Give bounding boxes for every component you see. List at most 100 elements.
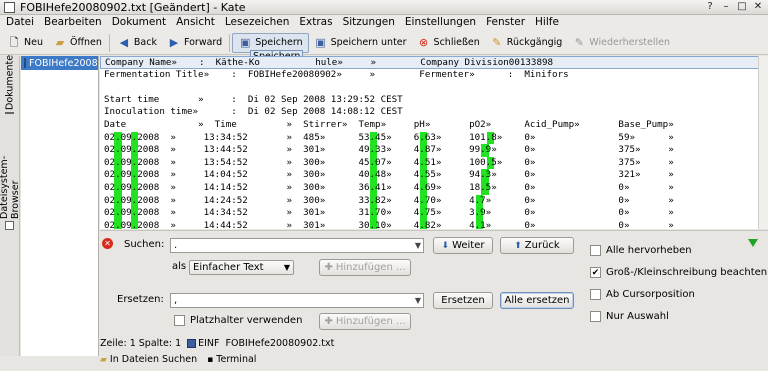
arrow-left-icon: ◀ [119, 35, 129, 49]
find-previous-button[interactable]: ⬆ Zurück [500, 237, 574, 254]
menu-dokument[interactable]: Dokument [106, 15, 170, 31]
menu-datei[interactable]: Datei [0, 15, 38, 31]
toolbar-separator [108, 33, 110, 52]
forward-button[interactable]: ▶ Forward [162, 33, 227, 53]
close-icon[interactable]: ✕ [752, 1, 764, 13]
chevron-down-icon[interactable]: ▼ [415, 239, 421, 252]
documents-icon [5, 112, 15, 114]
toolbar-separator [229, 33, 231, 52]
save-as-button[interactable]: ▣ Speichern unter [309, 33, 412, 53]
menu-lesezeichen[interactable]: Lesezeichen [219, 15, 294, 31]
from-cursor-checkbox[interactable]: Ab Cursorposition [590, 289, 695, 300]
terminal-icon: ▪ [207, 354, 214, 365]
highlight-all-checkbox[interactable]: Alle hervorheben [590, 245, 692, 256]
selection-only-checkbox[interactable]: Nur Auswahl [590, 311, 669, 322]
help-icon[interactable]: ? [704, 1, 716, 13]
checkbox-box[interactable] [174, 315, 185, 326]
editor-line: Fermentation Title» : FOBIHefe20080902» … [104, 68, 569, 80]
arrow-down-icon: ⬇ [441, 240, 450, 251]
editor-line: 02.09.2008 » 14:04:52 » 300» 40.48» 4.55… [104, 169, 674, 182]
search-replace-bar: ✕ Suchen: . ▼ ⬇ Weiter ⬆ Zurück als Einfach… [100, 230, 768, 335]
menu-bar: Datei Bearbeiten Dokument Ansicht Leseze… [0, 15, 768, 31]
case-sensitive-checkbox[interactable]: ✔ Groß-/Kleinschreibung beachten [590, 267, 767, 278]
kate-window: FOBIHefe20080902.txt [Geändert] - Kate ?… [0, 0, 768, 371]
search-mode-select[interactable]: Einfacher Text ▼ [189, 260, 294, 275]
tab-terminal[interactable]: ▪ Terminal [207, 354, 256, 365]
new-file-icon: 🗋 [9, 35, 19, 49]
save-as-icon: ▣ [315, 35, 326, 49]
document-list: FOBIHefe20080902.txt [21, 56, 99, 356]
add-placeholder-button[interactable]: ✚ Hinzufügen ... [319, 313, 411, 330]
cursor-position: Zeile: 1 Spalte: 1 [100, 337, 182, 349]
tab-filesystem-browser[interactable]: Dateisystem-Browser [0, 122, 21, 232]
tab-documents[interactable]: Dokumente [2, 55, 18, 116]
bottom-tool-tabs: ▰ In Dateien Suchen ▪ Terminal [100, 352, 768, 366]
checkbox-box[interactable] [590, 311, 601, 322]
add-pattern-button[interactable]: ✚ Hinzufügen ... [319, 259, 411, 276]
main-toolbar: 🗋 Neu ▰ Öffnen ◀ Back ▶ Forward ▣ Speichern ▣… [0, 31, 768, 55]
folder-icon: ▰ [55, 35, 65, 49]
vertical-scrollbar[interactable] [758, 56, 768, 229]
chevron-down-icon[interactable]: ▼ [415, 294, 421, 307]
replace-input[interactable]: , ▼ [170, 293, 424, 308]
replace-button[interactable]: Ersetzen [433, 292, 493, 309]
redo-button[interactable]: ✎ Wiederherstellen [567, 33, 675, 53]
checkbox-box[interactable]: ✔ [590, 267, 601, 278]
arrow-up-icon: ⬆ [514, 240, 522, 251]
editor-line: Inoculation time» : Di 02 Sep 2008 14:08… [104, 106, 403, 118]
find-input[interactable]: . ▼ [170, 238, 424, 253]
menu-hilfe[interactable]: Hilfe [529, 15, 563, 31]
close-doc-icon: ⊗ [418, 35, 429, 49]
placeholder-checkbox[interactable]: Platzhalter verwenden [174, 315, 302, 326]
checkbox-box[interactable] [590, 245, 601, 256]
tab-find-in-files[interactable]: ▰ In Dateien Suchen [100, 354, 197, 365]
editor-line: Date » Time » Stirrer» Temp» pH» pO2» Ac… [104, 118, 674, 130]
menu-ansicht[interactable]: Ansicht [170, 15, 219, 31]
menu-bearbeiten[interactable]: Bearbeiten [38, 15, 106, 31]
editor-line: 02.09.2008 » 13:34:52 » 485» 53.45» 6.63… [104, 131, 674, 145]
replace-all-button[interactable]: Alle ersetzen [500, 292, 574, 309]
minimize-icon[interactable]: – [720, 1, 732, 13]
open-button[interactable]: ▰ Öffnen [48, 33, 107, 53]
redo-icon: ✎ [574, 35, 584, 49]
undo-icon: ✎ [492, 35, 502, 49]
close-search-icon[interactable]: ✕ [102, 238, 113, 249]
find-next-button[interactable]: ⬇ Weiter [433, 237, 493, 254]
as-label: als [172, 261, 187, 272]
arrow-right-icon: ▶ [169, 35, 179, 49]
side-tab-strip: Dokumente Dateisystem-Browser [0, 55, 21, 356]
editor-line: Start time » : Di 02 Sep 2008 13:29:52 C… [104, 93, 403, 105]
green-down-arrow-icon [748, 239, 758, 247]
text-file-icon [24, 58, 26, 68]
folder-icon [5, 221, 15, 230]
maximize-icon[interactable]: □ [736, 1, 748, 13]
insert-mode: EINF [187, 338, 220, 349]
editor-line: 02.09.2008 » 14:34:52 » 301» 31.70» 4.75… [104, 207, 674, 220]
menu-fenster[interactable]: Fenster [480, 15, 529, 31]
text-editor[interactable]: Company Name» : Käthe-Ko hule» » Company… [100, 56, 768, 229]
menu-einstellungen[interactable]: Einstellungen [399, 15, 480, 31]
document-list-item[interactable]: FOBIHefe20080902.txt [21, 56, 98, 70]
checkbox-box[interactable] [590, 289, 601, 300]
undo-button[interactable]: ✎ Rückgängig [485, 33, 568, 53]
modified-save-icon [187, 338, 197, 348]
editor-line: 02.09.2008 » 14:24:52 » 300» 33.82» 4.70… [104, 194, 674, 208]
chevron-down-icon: ▼ [283, 263, 290, 272]
menu-extras[interactable]: Extras [293, 15, 336, 31]
editor-line: 02.09.2008 » 13:44:52 » 301» 49.33» 4.87… [104, 144, 674, 157]
document-icon [4, 2, 15, 13]
back-button[interactable]: ◀ Back [112, 33, 162, 53]
editor-line: Company Name» : Käthe-Ko hule» » Company… [100, 56, 768, 69]
find-label: Suchen: [124, 239, 165, 250]
editor-line: 02.09.2008 » 14:44:52 » 301» 30.10» 4.82… [100, 219, 768, 229]
menu-sitzungen[interactable]: Sitzungen [337, 15, 399, 31]
close-document-button[interactable]: ⊗ Schließen [412, 33, 485, 53]
title-bar: FOBIHefe20080902.txt [Geändert] - Kate ?… [0, 0, 768, 15]
new-button[interactable]: 🗋 Neu [2, 33, 48, 53]
save-icon: ▣ [240, 35, 251, 49]
editor-line: 02.09.2008 » 14:14:52 » 300» 36.41» 4.69… [104, 181, 674, 195]
replace-label: Ersetzen: [117, 294, 164, 305]
editor-lines: Company Name» : Käthe-Ko hule» » Company… [100, 56, 768, 229]
status-bar: Zeile: 1 Spalte: 1 EINF FOBIHefe20080902… [100, 336, 768, 350]
